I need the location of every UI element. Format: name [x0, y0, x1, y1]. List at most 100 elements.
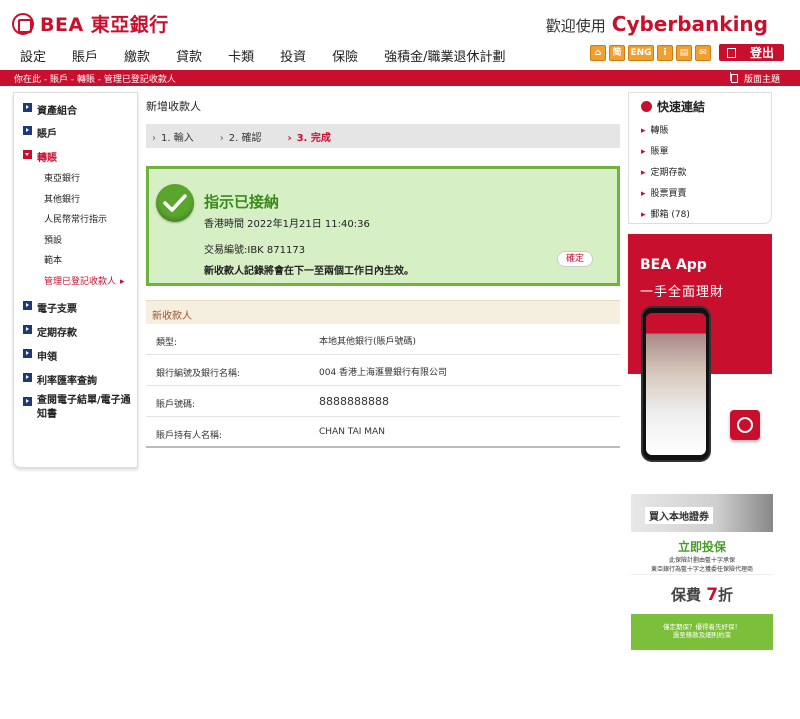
payee-details: 新收款人 類型: 本地其他銀行(賬戶號碼) 銀行編號及銀行名稱: 004 香港上… [146, 300, 620, 448]
details-heading: 新收款人 [146, 300, 620, 324]
row-label: 銀行編號及銀行名稱: [156, 369, 241, 379]
app-promo-banner[interactable]: BEA App 一手全面理財 [628, 234, 772, 476]
row-label: 賬戶持有人名稱: [156, 431, 223, 441]
logo-text: BEA 東亞銀行 [40, 14, 169, 36]
quick-link-bills[interactable]: 賬單 [641, 144, 669, 157]
transaction-reference: 交易編號:IBK 871173 [204, 245, 306, 256]
toolbar: ⌂ 简 ENG i ▤ ✉ 登出 [587, 44, 784, 61]
arrow-right-icon [23, 397, 32, 406]
agent-note: 東亞銀行為藍十字之獲委任保險代理商 [650, 566, 753, 573]
row-label: 類型: [156, 338, 178, 348]
quick-links: 快速連結 轉賬 賬單 定期存款 股票買賣 郵箱 (78) [628, 92, 772, 224]
sidebar: 資產組合 賬戶 轉賬 東亞銀行 其他銀行 人民幣常行指示 預設 範本 管理已登記… [13, 92, 138, 468]
arrow-down-icon [23, 150, 32, 159]
page-title: 新增收款人 [146, 100, 201, 113]
step-confirm: › 2. 確認 [220, 129, 262, 144]
print-icon[interactable]: ▤ [675, 44, 692, 61]
sidebar-item-claim[interactable]: 申領 [23, 348, 57, 363]
breadcrumb-bar: 你在此 - 賬戶 - 轉賬 - 管理已登記收款人 | 版面主題 [0, 70, 800, 86]
buy-now-label: 立即投保 [677, 540, 726, 554]
quick-link-time-deposit[interactable]: 定期存款 [641, 165, 687, 178]
sidebar-item-transfer[interactable]: 轉賬 [23, 149, 57, 164]
nav-mpf[interactable]: 強積金/職業退休計劃 [384, 46, 505, 65]
nav-loans[interactable]: 貸款 [176, 46, 202, 65]
arrow-right-icon [23, 301, 32, 310]
table-row: 賬戶持有人名稱: CHAN TAI MAN [146, 417, 620, 448]
sidebar-sub-other-banks[interactable]: 其他銀行 [44, 192, 80, 205]
row-value: CHAN TAI MAN [319, 427, 385, 437]
welcome-text: 歡迎使用 [545, 17, 606, 35]
nav-settings[interactable]: 設定 [20, 46, 46, 65]
arrow-right-icon [23, 126, 32, 135]
mail-icon[interactable]: ✉ [694, 44, 711, 61]
effective-note: 新收款人記錄將會在下一至兩個工作日內生效。 [204, 266, 414, 277]
sidebar-item-accounts[interactable]: 賬戶 [23, 125, 57, 140]
step-complete: › 3. 完成 [287, 129, 330, 144]
arrow-right-icon [23, 103, 32, 112]
cyberbanking-title: Cyberbanking [611, 12, 768, 36]
quick-links-title: 快速連結 [641, 98, 705, 115]
nav-payments[interactable]: 繳款 [124, 46, 150, 65]
securities-banner: 買入本地證券 [631, 494, 773, 532]
step-label: 1. 輸入 [161, 132, 194, 144]
step-label: 2. 確認 [228, 132, 262, 144]
sidebar-sub-manage-payees[interactable]: 管理已登記收款人 [44, 274, 125, 287]
nav-cards[interactable]: 卡類 [228, 46, 254, 65]
step-label: 3. 完成 [296, 132, 331, 144]
sidebar-item-label: 查閱電子結單/電子通知書 [37, 395, 131, 420]
bea-logo[interactable]: BEA 東亞銀行 [12, 10, 169, 37]
row-value: 004 香港上海滙豐銀行有限公司 [319, 368, 448, 378]
arrow-right-icon [23, 373, 32, 382]
sidebar-item-portfolio[interactable]: 資產組合 [23, 102, 77, 117]
sidebar-item-label: 利率匯率查詢 [37, 376, 97, 387]
sidebar-item-echeque[interactable]: 電子支票 [23, 300, 77, 315]
logout-label: 登出 [749, 46, 774, 60]
row-value: 本地其他銀行(賬戶號碼) [319, 337, 417, 347]
success-panel: 指示已接納 香港時間 2022年1月21日 11:40:36 交易編號:IBK … [146, 166, 620, 286]
sidebar-sub-template[interactable]: 範本 [44, 253, 62, 266]
sidebar-item-rates[interactable]: 利率匯率查詢 [23, 372, 97, 387]
phone-screen [646, 313, 706, 455]
theme-label: 版面主題 [743, 75, 780, 85]
chevron-right-icon: › [152, 132, 156, 144]
checkmark-icon [156, 184, 194, 222]
quick-link-mailbox[interactable]: 郵箱 (78) [641, 207, 690, 220]
footer-line-1: 僅定期保？優得着先好保！ [663, 623, 741, 631]
table-row: 賬戶號碼: 8888888888 [146, 386, 620, 417]
sidebar-item-label: 轉賬 [37, 153, 57, 164]
underwriter-note: 此保險計劃由藍十字承保 [668, 557, 735, 564]
transaction-time: 香港時間 2022年1月21日 11:40:36 [204, 219, 370, 230]
insurance-footer: 僅定期保？優得着先好保！ 過至條款及細則約束 [631, 614, 773, 650]
theme-link[interactable]: 版面主題 [730, 72, 780, 85]
arrow-right-icon [23, 325, 32, 334]
promo-title: BEA App [640, 257, 707, 273]
header: BEA 東亞銀行 歡迎使用 Cyberbanking 設定 賬戶 繳款 貸款 卡… [0, 0, 800, 68]
home-icon[interactable]: ⌂ [589, 44, 606, 61]
sidebar-sub-rmb-standing[interactable]: 人民幣常行指示 [44, 212, 107, 225]
quick-link-stocks[interactable]: 股票買賣 [641, 186, 687, 199]
logout-icon [726, 47, 736, 58]
chinese-simplified-icon[interactable]: 简 [608, 44, 625, 61]
link-icon [641, 101, 652, 112]
nav-accounts[interactable]: 賬戶 [72, 46, 98, 65]
insurance-promo-banner[interactable]: 買入本地證券 立即投保 此保險計劃由藍十字承保 東亞銀行為藍十字之獲委任保險代理… [631, 494, 773, 650]
sidebar-item-time-deposit[interactable]: 定期存款 [23, 324, 77, 339]
confirm-button[interactable]: 確定 [557, 251, 593, 267]
sidebar-item-label: 申領 [37, 352, 57, 363]
nav-investment[interactable]: 投資 [280, 46, 306, 65]
table-row: 銀行編號及銀行名稱: 004 香港上海滙豐銀行有限公司 [146, 355, 620, 386]
english-button[interactable]: ENG [627, 44, 654, 61]
sidebar-item-estatements[interactable]: 查閱電子結單/電子通知書 [23, 394, 133, 422]
nav-insurance[interactable]: 保險 [332, 46, 358, 65]
sidebar-sub-preset[interactable]: 預設 [44, 233, 62, 246]
main-nav: 設定 賬戶 繳款 貸款 卡類 投資 保險 強積金/職業退休計劃 [20, 46, 532, 65]
info-icon[interactable]: i [656, 44, 673, 61]
quick-link-transfer[interactable]: 轉賬 [641, 123, 669, 136]
sidebar-sub-bea[interactable]: 東亞銀行 [44, 171, 80, 184]
arrow-right-icon [23, 349, 32, 358]
row-value: 8888888888 [319, 395, 389, 408]
logout-button[interactable]: 登出 [718, 44, 784, 61]
welcome-banner: 歡迎使用 Cyberbanking [546, 12, 768, 36]
footer-line-2: 過至條款及細則約束 [672, 631, 732, 639]
progress-steps: › 1. 輸入 › 2. 確認 › 3. 完成 [146, 124, 620, 148]
